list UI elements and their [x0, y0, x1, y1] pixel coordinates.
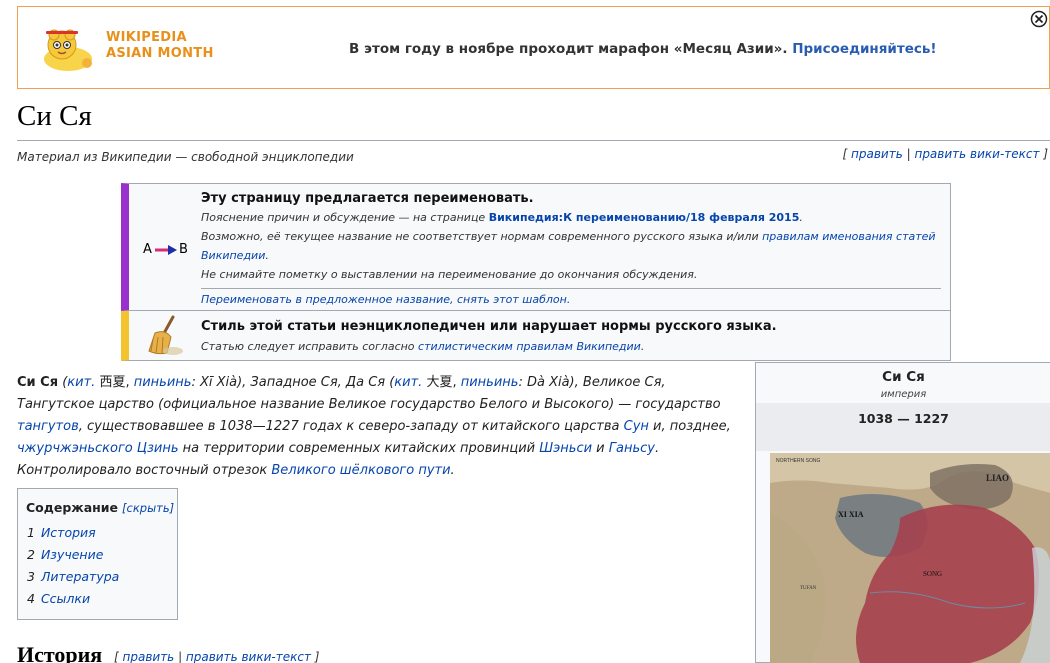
section-edit-link[interactable]: править [123, 650, 175, 663]
banner-message: В этом году в ноябре проходит марафон «М… [349, 41, 937, 57]
rename-line-2: Возможно, её текущее название не соответ… [201, 230, 936, 243]
logo-text-wikipedia: WIKIPEDIA [106, 30, 187, 45]
style-title: Стиль этой статьи неэнциклопедичен или н… [201, 319, 777, 334]
title-divider [17, 140, 1050, 141]
style-line-text: Статью следует исправить согласно [201, 340, 419, 353]
section-edit-source-link[interactable]: править вики-текст [186, 650, 311, 663]
rename-icon-to: B [179, 242, 188, 257]
rename-notice: A B Эту страницу предлагается переименов… [121, 183, 951, 311]
lead-text: 大夏, [422, 375, 461, 390]
naming-rules-link[interactable]: правилам именования статей [762, 230, 935, 243]
map-label-song: SONG [923, 570, 942, 578]
table-of-contents: Содержание [скрыть] 1 История 2 Изучение 3Л… [17, 488, 178, 620]
map-label-liao: LIAO [986, 473, 1009, 483]
toc-item-number: 1 [27, 525, 35, 540]
rename-separator [201, 288, 941, 289]
toc-item-number: 2 [27, 547, 35, 562]
toc-item-label[interactable]: История [41, 525, 96, 540]
map-label-northern-song: NORTHERN SONG [776, 458, 820, 464]
rename-action-link[interactable]: Переименовать в предложенное название, с… [201, 293, 570, 306]
toc-item-label[interactable]: Ссылки [41, 591, 90, 606]
section-heading-history: История [17, 642, 103, 663]
map-label-tufan: TUFAN [800, 586, 817, 591]
toc-item-number: 4 [27, 591, 35, 606]
tanguts-link[interactable]: тангутов [17, 419, 79, 434]
toc-item-literature[interactable]: 3 Литература [27, 569, 119, 584]
lead-text: . [450, 463, 455, 478]
toc-header: Содержание [скрыть] [26, 500, 174, 515]
style-line-end: . [640, 340, 645, 353]
toc-item-label[interactable]: Изучение [41, 547, 103, 562]
rename-icon-from: A [143, 242, 152, 257]
style-line: Статью следует исправить согласно стилис… [201, 340, 644, 353]
lead-text: и, позднее, [648, 419, 731, 434]
lead-bold-name: Си Ся [17, 375, 59, 390]
song-link[interactable]: Сун [624, 419, 649, 434]
jin-link[interactable]: чжурчжэньского Цзинь [17, 441, 179, 456]
rename-line-3-end: . [265, 249, 269, 262]
rename-action: Переименовать в предложенное название, с… [201, 293, 570, 306]
asian-month-logo[interactable]: WIKIPEDIA ASIAN MONTH [40, 23, 213, 75]
map-label-xi-xia: XI XIA [838, 510, 864, 519]
rename-line-2-text: Возможно, её текущее название не соответ… [201, 230, 763, 243]
edit-source-link[interactable]: править вики-текст [914, 147, 1039, 161]
page-title: Си Ся [17, 100, 92, 132]
lead-text: : Xī Xià), Западное Ся, Да Ся ( [191, 375, 395, 390]
rename-line-1-end: . [799, 211, 803, 224]
toc-item-number: 3 [27, 569, 35, 584]
rename-arrow-icon: A B [143, 242, 191, 258]
lead-text: ( [58, 375, 68, 390]
page-edit-links: [ править | править вики-текст ] [842, 147, 1048, 161]
toc-item-links[interactable]: 4 Ссылки [27, 591, 90, 606]
rename-line-3: Википедии. [201, 249, 269, 262]
toc-item-label[interactable]: Литература [41, 569, 119, 584]
infobox-title: Си Ся [882, 369, 925, 385]
toc-hide-toggle[interactable]: [скрыть] [122, 501, 174, 515]
section-edit-links: [ править | править вики-текст ] [114, 650, 320, 663]
rename-line-4: Не снимайте пометку о выставлении на пер… [201, 268, 698, 281]
lead-text: и [592, 441, 609, 456]
lead-text: на территории современных китайских пров… [178, 441, 540, 456]
asian-month-banner: WIKIPEDIA ASIAN MONTH В этом году в нояб… [17, 6, 1050, 89]
gansu-link[interactable]: Ганьсу [609, 441, 655, 456]
asian-month-mascot-icon [44, 29, 92, 71]
banner-message-text: В этом году в ноябре проходит марафон «М… [349, 41, 788, 57]
rename-discussion-link[interactable]: Википедия:К переименованию/18 февраля 20… [489, 211, 800, 224]
infobox-years: 1038 — 1227 [756, 403, 1050, 451]
site-tagline: Материал из Википедии — свободной энцикл… [17, 150, 354, 164]
pinyin-link[interactable]: пиньинь [134, 375, 192, 390]
banner-join-link[interactable]: Присоединяйтесь! [792, 41, 936, 57]
toc-item-history[interactable]: 1 История [27, 525, 96, 540]
lead-text: , существовавшее в 1038—1227 годах к сев… [78, 419, 624, 434]
naming-rules-link-cont[interactable]: Википедии [201, 249, 265, 262]
broom-icon [148, 315, 183, 355]
silk-road-link[interactable]: Великого шёлкового пути [271, 463, 450, 478]
infobox: Си Ся империя 1038 — 1227 NORTHERN SONG … [755, 362, 1050, 663]
logo-text-asian-month: ASIAN MONTH [106, 46, 214, 61]
edit-link[interactable]: править [851, 147, 903, 161]
infobox-subtitle: империя [880, 389, 927, 400]
close-icon[interactable] [1030, 10, 1048, 28]
style-notice: Стиль этой статьи неэнциклопедичен или н… [121, 311, 951, 361]
chinese-language-link[interactable]: кит. [394, 375, 422, 390]
chinese-language-link[interactable]: кит. [67, 375, 95, 390]
rename-title: Эту страницу предлагается переименовать. [201, 191, 534, 206]
toc-title: Содержание [26, 500, 119, 515]
toc-item-study[interactable]: 2 Изучение [27, 547, 103, 562]
rename-line-1-text: Пояснение причин и обсуждение — на стран… [201, 211, 489, 224]
rename-line-1: Пояснение причин и обсуждение — на стран… [201, 211, 803, 224]
style-rules-link[interactable]: стилистическим правилам Википедии [418, 340, 641, 353]
xi-xia-map[interactable]: NORTHERN SONG LIAO XI XIA SONG TUFAN [770, 453, 1050, 663]
lead-text: 西夏, [95, 375, 134, 390]
pinyin-link[interactable]: пиньинь [461, 375, 519, 390]
lead-paragraph: Си Ся (кит. 西夏, пиньинь: Xī Xià), Западн… [17, 372, 742, 482]
shaanxi-link[interactable]: Шэньси [539, 441, 592, 456]
